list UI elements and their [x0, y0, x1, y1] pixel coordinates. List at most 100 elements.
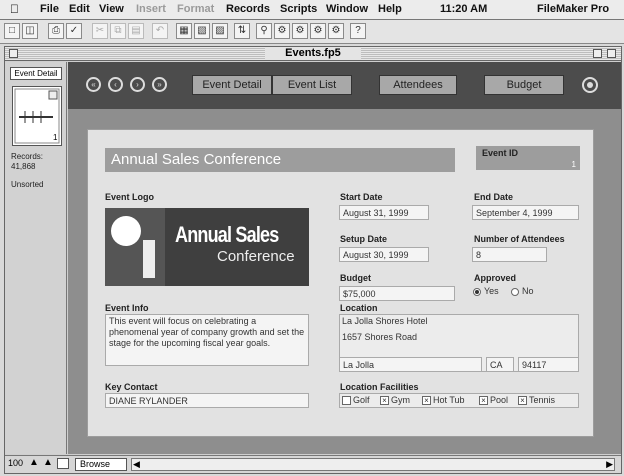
menu-scripts[interactable]: Scripts: [280, 3, 317, 15]
facility-golf-label: Golf: [353, 395, 370, 405]
facility-pool-label: Pool: [490, 395, 509, 405]
open-folder-icon[interactable]: ◫: [22, 23, 38, 39]
approved-label: Approved: [474, 273, 517, 283]
collapse-box-icon[interactable]: [607, 49, 616, 58]
approved-no-label: No: [522, 286, 534, 296]
facility-gym-checkbox[interactable]: ×: [380, 396, 389, 405]
toolbar: □ ◫ ⎙ ✓ ✂ ⧉ ▤ ↶ ▦ ▧ ▨ ⇅ ⚲ ⚙ ⚙ ⚙ ⚙ ?: [0, 20, 624, 44]
menu-view[interactable]: View: [99, 3, 124, 15]
apple-menu-icon[interactable]: : [10, 2, 19, 16]
facility-golf-checkbox[interactable]: [342, 396, 351, 405]
location-name-field[interactable]: La Jolla Shores Hotel: [339, 314, 579, 329]
setup-date-field[interactable]: August 30, 1999: [339, 247, 429, 262]
facility-gym-label: Gym: [391, 395, 410, 405]
event-info-field[interactable]: This event will focus on celebrating a p…: [105, 314, 309, 366]
key-contact-field[interactable]: DIANE RYLANDER: [105, 393, 309, 408]
facility-tennis-checkbox[interactable]: ×: [518, 396, 527, 405]
scroll-right-icon[interactable]: ▶: [606, 459, 613, 470]
previous-record-icon[interactable]: ‹: [108, 77, 123, 92]
facility-tennis-label: Tennis: [529, 395, 556, 405]
undo-icon[interactable]: ↶: [152, 23, 168, 39]
find-all-icon[interactable]: ⚙: [274, 23, 290, 39]
new-document-icon[interactable]: □: [4, 23, 20, 39]
logo-text-line1: Annual Sales: [175, 222, 279, 247]
menu-window[interactable]: Window: [326, 3, 368, 15]
duplicate-record-icon[interactable]: ▧: [194, 23, 210, 39]
start-date-field[interactable]: August 31, 1999: [339, 205, 429, 220]
layout-content: « ‹ › » Event Detail Event List Attendee…: [68, 62, 621, 454]
home-icon[interactable]: [582, 77, 598, 93]
logo-stem-shape: [143, 240, 155, 278]
show-omitted-icon[interactable]: ⚙: [310, 23, 326, 39]
event-id-value: 1: [571, 160, 576, 169]
location-zip-field[interactable]: 94117: [518, 357, 579, 372]
end-date-label: End Date: [474, 192, 514, 202]
menu-clock: 11:20 AM: [440, 3, 488, 15]
tab-budget[interactable]: Budget: [484, 75, 564, 95]
approved-yes-radio[interactable]: [473, 288, 481, 296]
zoom-level[interactable]: 100: [8, 458, 23, 468]
omit-icon[interactable]: ⚙: [292, 23, 308, 39]
attendees-field[interactable]: 8: [472, 247, 547, 262]
event-info-label: Event Info: [105, 303, 149, 313]
menu-help[interactable]: Help: [378, 3, 402, 15]
event-title-field[interactable]: Annual Sales Conference: [105, 148, 455, 172]
location-street-field[interactable]: 1657 Shores Road: [339, 330, 579, 345]
location-label: Location: [340, 303, 378, 313]
sort-status: Unsorted: [11, 180, 44, 189]
window-title: Events.fp5: [265, 47, 361, 60]
new-record-icon[interactable]: ▦: [176, 23, 192, 39]
paste-icon[interactable]: ▤: [128, 23, 144, 39]
copy-icon[interactable]: ⧉: [110, 23, 126, 39]
tab-event-detail[interactable]: Event Detail: [192, 75, 272, 95]
replace-icon[interactable]: ⚙: [328, 23, 344, 39]
tab-event-list[interactable]: Event List: [272, 75, 352, 95]
menu-records[interactable]: Records: [226, 3, 270, 15]
setup-date-label: Setup Date: [340, 234, 388, 244]
sort-icon[interactable]: ⇅: [234, 23, 250, 39]
budget-field[interactable]: $75,000: [339, 286, 455, 301]
facility-hot-tub-label: Hot Tub: [433, 395, 465, 405]
menu-insert: Insert: [136, 3, 166, 15]
logo-text-line2: Conference: [217, 248, 295, 265]
last-record-icon[interactable]: »: [152, 77, 167, 92]
budget-label: Budget: [340, 273, 371, 283]
scroll-left-icon[interactable]: ◀: [133, 459, 140, 470]
find-icon[interactable]: ⚲: [256, 23, 272, 39]
facility-pool-checkbox[interactable]: ×: [479, 396, 488, 405]
facilities-label: Location Facilities: [340, 382, 419, 392]
layout-popup[interactable]: Event Detail: [10, 67, 62, 80]
event-detail-form: Annual Sales Conference Event ID 1 Event…: [87, 129, 594, 437]
close-box-icon[interactable]: [9, 49, 18, 58]
facility-hot-tub-checkbox[interactable]: ×: [422, 396, 431, 405]
zoom-in-icon[interactable]: ▲: [43, 457, 53, 468]
window-title-bar[interactable]: Events.fp5: [5, 47, 621, 61]
horizontal-scrollbar[interactable]: ◀ ▶: [131, 458, 615, 471]
approved-no-radio[interactable]: [511, 288, 519, 296]
first-record-icon[interactable]: «: [86, 77, 101, 92]
next-record-icon[interactable]: ›: [130, 77, 145, 92]
event-logo-image[interactable]: Annual Sales Conference: [105, 208, 309, 286]
status-toggle-icon[interactable]: [57, 458, 69, 469]
event-logo-label: Event Logo: [105, 192, 154, 202]
menu-bar:  File Edit View Insert Format Records S…: [0, 0, 624, 20]
delete-record-icon[interactable]: ▨: [212, 23, 228, 39]
event-id-label: Event ID: [482, 148, 519, 158]
bottom-bar: 100 ▲ ▲ Browse ◀ ▶: [5, 455, 621, 473]
location-state-field[interactable]: CA: [486, 357, 514, 372]
zoom-out-icon[interactable]: ▲: [29, 457, 39, 468]
help-icon[interactable]: ?: [350, 23, 366, 39]
menu-file[interactable]: File: [40, 3, 59, 15]
location-city-field[interactable]: La Jolla: [339, 357, 482, 372]
spellcheck-icon[interactable]: ✓: [66, 23, 82, 39]
end-date-field[interactable]: September 4, 1999: [472, 205, 579, 220]
mode-popup[interactable]: Browse: [75, 458, 127, 471]
tab-attendees[interactable]: Attendees: [379, 75, 457, 95]
print-icon[interactable]: ⎙: [48, 23, 64, 39]
menu-edit[interactable]: Edit: [69, 3, 90, 15]
zoom-box-icon[interactable]: [593, 49, 602, 58]
record-book-icon[interactable]: 1: [12, 86, 62, 146]
logo-dot-shape: [111, 216, 141, 246]
app-menu[interactable]: FileMaker Pro: [537, 3, 609, 15]
cut-icon[interactable]: ✂: [92, 23, 108, 39]
